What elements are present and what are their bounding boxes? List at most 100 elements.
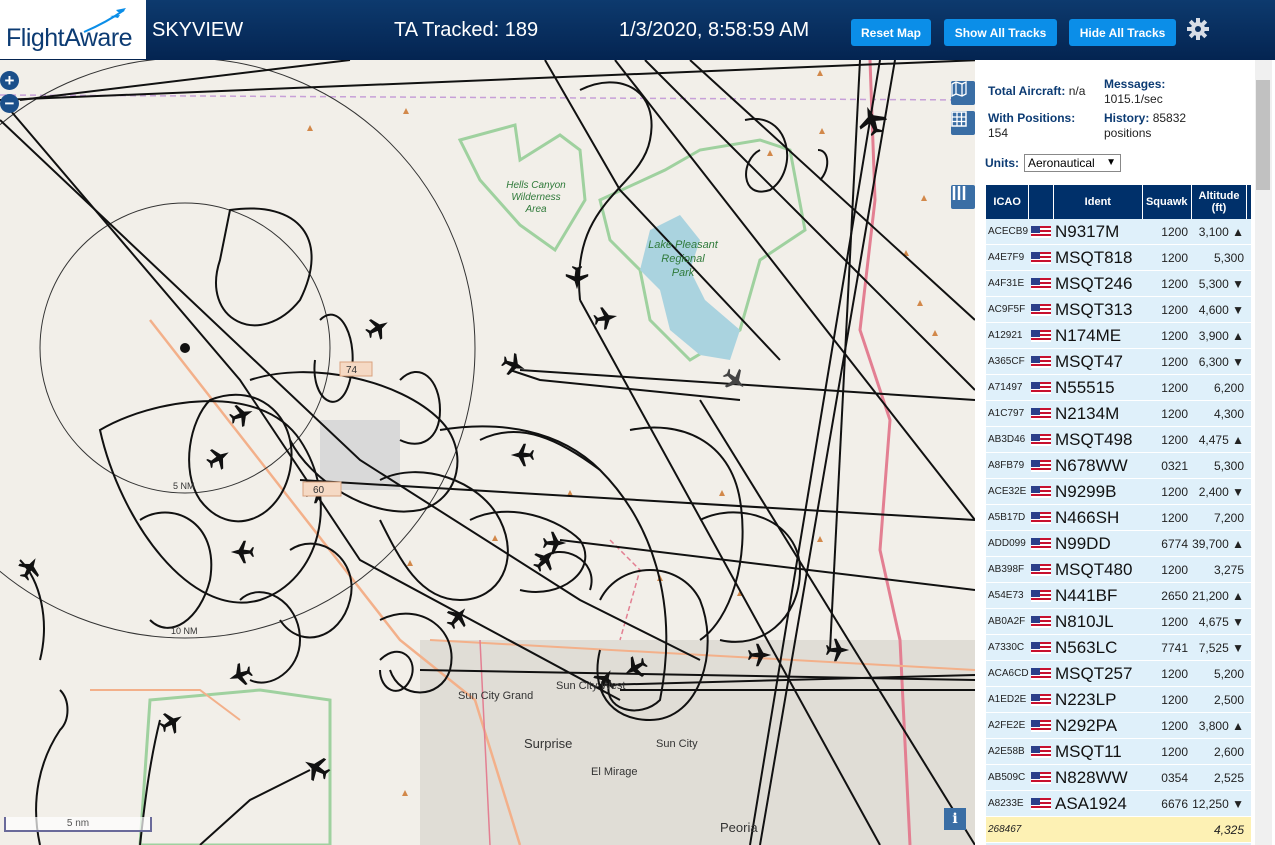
show-all-tracks-button[interactable]: Show All Tracks <box>944 19 1057 46</box>
table-row[interactable]: AC9F5F MSQT313 1200 4,600 ▼ <box>986 297 1251 323</box>
squawk-cell: 2650 <box>1161 588 1188 603</box>
table-row[interactable]: ADD099 N99DD 6774 39,700 ▲ <box>986 531 1251 557</box>
table-row[interactable]: A12921 N174ME 1200 3,900 ▲ <box>986 323 1251 349</box>
us-flag-icon <box>1031 563 1051 576</box>
history-value: 85832 <box>1152 111 1187 125</box>
table-row[interactable]: A1ED2E N223LP 1200 2,500 <box>986 687 1251 713</box>
icao-cell: ACE32E <box>988 486 1027 497</box>
icao-cell: A4F31E <box>988 278 1025 289</box>
us-flag-icon <box>1031 615 1051 628</box>
us-flag-icon <box>1031 667 1051 680</box>
reset-map-button[interactable]: Reset Map <box>851 19 931 46</box>
altitude-cell: 3,100 ▲ <box>1198 224 1244 239</box>
icao-cell: ACA6CD <box>988 668 1029 679</box>
flag-cell <box>1029 693 1053 706</box>
flag-cell <box>1029 277 1053 290</box>
ident-cell: N2134M <box>1055 403 1120 423</box>
icao-cell: A1ED2E <box>988 694 1027 705</box>
col-altitude[interactable]: Altitude (ft) <box>1192 185 1248 219</box>
table-row[interactable]: AB3D46 MSQT498 1200 4,475 ▲ <box>986 427 1251 453</box>
table-row[interactable]: A8233E ASA1924 6676 12,250 ▼ <box>986 791 1251 817</box>
table-row[interactable]: AB398F MSQT480 1200 3,275 <box>986 557 1251 583</box>
col-ident[interactable]: Ident <box>1054 185 1143 219</box>
ident-cell: MSQT11 <box>1055 741 1122 761</box>
table-row[interactable]: AB509C N828WW 0354 2,525 <box>986 765 1251 791</box>
map-view[interactable]: Hells Canyon Wilderness Area Lake Pleasa… <box>0 60 975 845</box>
grid-toggle-button[interactable] <box>951 111 975 135</box>
table-row[interactable]: A365CF MSQT47 1200 6,300 ▼ <box>986 349 1251 375</box>
ident-cell: N99DD <box>1055 533 1111 553</box>
map-canvas[interactable]: Hells Canyon Wilderness Area Lake Pleasa… <box>0 60 975 845</box>
table-row[interactable]: A2E58B MSQT11 1200 2,600 <box>986 739 1251 765</box>
table-row[interactable]: AB0A2F N810JL 1200 4,675 ▼ <box>986 609 1251 635</box>
col-icao[interactable]: ICAO <box>986 185 1030 219</box>
us-flag-icon <box>1031 589 1051 602</box>
altitude-cell: 7,200 <box>1213 510 1244 525</box>
us-flag-icon <box>1031 407 1051 420</box>
squawk-cell: 1200 <box>1161 510 1188 525</box>
altitude-cell: 4,600 ▼ <box>1198 302 1244 317</box>
total-aircraft-label: Total Aircraft: <box>988 84 1066 98</box>
datetime-display: 1/3/2020, 8:58:59 AM <box>619 19 810 41</box>
chevron-down-icon: ▼ <box>1106 157 1116 168</box>
toggle-sidebar-button[interactable] <box>951 185 975 209</box>
table-row[interactable]: ACE32E N9299B 1200 2,400 ▼ <box>986 479 1251 505</box>
ident-cell: N9299B <box>1055 481 1117 501</box>
table-row[interactable]: A54E73 N441BF 2650 21,200 ▲ <box>986 583 1251 609</box>
lower-wilderness-boundary <box>138 688 332 845</box>
squawk-cell: 1200 <box>1161 614 1188 629</box>
col-squawk[interactable]: Squawk <box>1143 185 1192 219</box>
with-positions-stat: With Positions: 154 <box>988 111 1075 141</box>
zoom-out-button[interactable]: − <box>0 94 19 113</box>
units-select[interactable]: Aeronautical ▼ <box>1024 154 1121 172</box>
col-flag[interactable] <box>1029 185 1054 219</box>
squawk-cell: 1200 <box>1161 224 1188 239</box>
table-row[interactable]: A71497 N55515 1200 6,200 <box>986 375 1251 401</box>
altitude-cell: 5,200 <box>1213 666 1244 681</box>
altitude-cell: 2,400 ▼ <box>1198 484 1244 499</box>
flightaware-logo[interactable]: FlightAware <box>0 0 146 59</box>
icao-cell: A2E58B <box>988 746 1025 757</box>
altitude-cell: 39,700 ▲ <box>1192 536 1244 551</box>
logo-text: FlightAware <box>6 24 133 52</box>
table-row[interactable]: A7330C N563LC 7741 7,525 ▼ <box>986 635 1251 661</box>
units-label: Units: <box>985 156 1019 170</box>
table-row[interactable]: 268467 4,325 <box>986 817 1251 843</box>
squawk-cell: 1200 <box>1161 276 1188 291</box>
table-row[interactable]: A8FB79 N678WW 0321 5,300 <box>986 453 1251 479</box>
us-flag-icon <box>1031 277 1051 290</box>
icao-cell: AB3D46 <box>988 434 1026 445</box>
label-el-mirage: El Mirage <box>591 766 637 778</box>
panel-scroll-thumb[interactable] <box>1256 80 1270 190</box>
squawk-cell: 1200 <box>1161 328 1188 343</box>
zoom-in-button[interactable]: + <box>0 71 19 90</box>
flag-cell <box>1029 511 1053 524</box>
label-route-60: 60 <box>313 485 325 496</box>
altitude-cell: 21,200 ▲ <box>1192 588 1244 603</box>
grid-icon <box>951 111 967 127</box>
squawk-cell: 1200 <box>1161 380 1188 395</box>
ident-cell: MSQT47 <box>1055 351 1124 371</box>
table-row[interactable]: A4E7F9 MSQT818 1200 5,300 <box>986 245 1251 271</box>
altitude-cell: 2,500 <box>1213 692 1244 707</box>
aircraft-table: ICAO Ident Squawk Altitude (ft) ACECB9 N9… <box>986 185 1251 845</box>
label-ring-5nm: 5 NM <box>173 481 195 491</box>
altitude-cell: 5,300 <box>1213 250 1244 265</box>
icao-cell: A12921 <box>988 330 1023 341</box>
gear-icon[interactable] <box>1186 17 1210 41</box>
table-row[interactable]: ACA6CD MSQT257 1200 5,200 <box>986 661 1251 687</box>
table-row[interactable]: A1C797 N2134M 1200 4,300 <box>986 401 1251 427</box>
map-layers-button[interactable] <box>951 81 975 105</box>
icao-cell: ADD099 <box>988 538 1026 549</box>
table-row[interactable]: ACECB9 N9317M 1200 3,100 ▲ <box>986 219 1251 245</box>
hide-all-tracks-button[interactable]: Hide All Tracks <box>1069 19 1176 46</box>
label-ring-10nm: 10 NM <box>171 626 198 636</box>
label-sun-city: Sun City <box>656 738 698 750</box>
flag-cell <box>1029 381 1053 394</box>
table-row[interactable]: A5B17D N466SH 1200 7,200 <box>986 505 1251 531</box>
top-header: FlightAware SKYVIEW TA Tracked: 189 1/3/… <box>0 0 1275 60</box>
table-row[interactable]: A4F31E MSQT246 1200 5,300 ▼ <box>986 271 1251 297</box>
info-button[interactable]: i <box>944 808 966 830</box>
icao-cell: A54E73 <box>988 590 1024 601</box>
table-row[interactable]: A2FE2E N292PA 1200 3,800 ▲ <box>986 713 1251 739</box>
